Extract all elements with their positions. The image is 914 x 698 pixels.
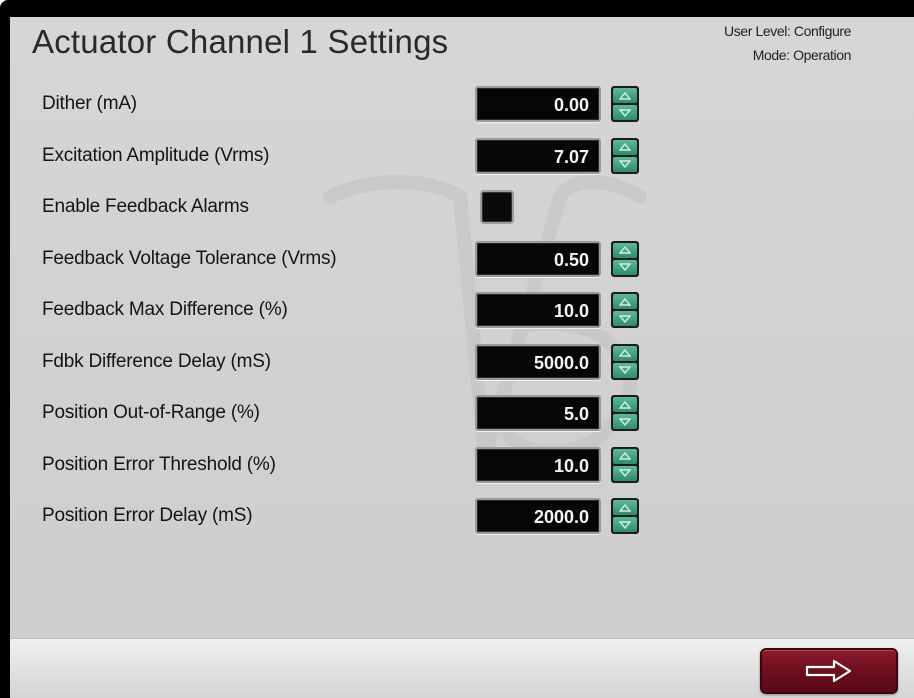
setting-label: Feedback Voltage Tolerance (Vrms): [42, 247, 337, 269]
page-title: Actuator Channel 1 Settings: [32, 23, 449, 60]
setting-row: Position Error Threshold (%) 10.0: [10, 444, 914, 488]
setting-row: Position Out-of-Range (%) 5.0: [10, 392, 914, 436]
decrement-button[interactable]: [613, 311, 637, 326]
arrow-right-icon: [805, 659, 852, 683]
value-spinner: [611, 395, 639, 431]
next-button[interactable]: [760, 648, 898, 694]
triangle-down-icon: [619, 469, 631, 477]
enable-feedback-alarms-checkbox[interactable]: [480, 190, 514, 224]
triangle-up-icon: [619, 297, 631, 306]
setting-label: Feedback Max Difference (%): [42, 299, 288, 320]
decrement-button[interactable]: [613, 362, 637, 378]
triangle-up-icon: [619, 400, 631, 409]
triangle-up-icon: [619, 503, 631, 512]
triangle-down-icon: [619, 417, 631, 426]
setting-row: Position Error Delay (mS) 2000.0: [10, 495, 914, 539]
triangle-up-icon: [619, 246, 631, 254]
setting-label: Position Error Threshold (%): [42, 453, 276, 475]
increment-button[interactable]: [613, 397, 637, 412]
setting-value-field[interactable]: 7.07: [475, 137, 601, 174]
setting-value-field[interactable]: 5000.0: [475, 343, 601, 380]
setting-value-field[interactable]: 10.0: [475, 446, 601, 483]
decrement-button[interactable]: [613, 517, 637, 532]
increment-button[interactable]: [613, 448, 637, 464]
triangle-down-icon: [619, 160, 631, 168]
status-info: User Level: Configure Mode: Operation: [724, 19, 851, 67]
footer-bar: [10, 638, 914, 698]
increment-button[interactable]: [613, 345, 637, 361]
mode-label: Mode: Operation: [752, 47, 852, 63]
value-spinner: [611, 446, 639, 483]
setting-row: Dither (mA) 0.00: [10, 83, 914, 127]
setting-row: Enable Feedback Alarms: [10, 186, 914, 230]
value-spinner: [611, 86, 639, 122]
triangle-down-icon: [619, 108, 631, 117]
setting-label: Position Out-of-Range (%): [42, 402, 260, 423]
increment-button[interactable]: [613, 139, 637, 155]
value-spinner: [611, 498, 639, 534]
setting-label: Enable Feedback Alarms: [42, 196, 249, 217]
value-spinner: [611, 343, 639, 380]
triangle-down-icon: [619, 263, 631, 271]
setting-label: Excitation Amplitude (Vrms): [42, 144, 270, 166]
setting-value-field[interactable]: 2000.0: [475, 498, 601, 534]
value-spinner: [611, 137, 639, 174]
triangle-down-icon: [619, 520, 631, 529]
triangle-up-icon: [619, 349, 631, 357]
setting-row: Excitation Amplitude (Vrms) 7.07: [10, 135, 914, 179]
window-frame: Actuator Channel 1 Settings User Level: …: [0, 0, 914, 698]
decrement-button[interactable]: [613, 156, 637, 172]
setting-value-field[interactable]: 10.0: [475, 292, 601, 328]
decrement-button[interactable]: [613, 414, 637, 429]
triangle-up-icon: [619, 452, 631, 460]
triangle-up-icon: [619, 143, 631, 151]
increment-button[interactable]: [613, 500, 637, 515]
increment-button[interactable]: [613, 88, 637, 103]
value-spinner: [611, 240, 639, 277]
triangle-up-icon: [619, 91, 631, 100]
setting-row: Fdbk Difference Delay (mS) 5000.0: [10, 341, 914, 385]
setting-value-field[interactable]: 5.0: [475, 395, 601, 431]
setting-row: Feedback Voltage Tolerance (Vrms) 0.50: [10, 238, 914, 282]
decrement-button[interactable]: [613, 259, 637, 275]
value-spinner: [611, 292, 639, 328]
setting-row: Feedback Max Difference (%) 10.0: [10, 289, 914, 333]
increment-button[interactable]: [613, 294, 637, 309]
decrement-button[interactable]: [613, 105, 637, 120]
decrement-button[interactable]: [613, 465, 637, 481]
setting-label: Position Error Delay (mS): [42, 505, 253, 526]
triangle-down-icon: [619, 366, 631, 374]
settings-panel: Actuator Channel 1 Settings User Level: …: [10, 17, 914, 698]
triangle-down-icon: [619, 314, 631, 323]
user-level-label: User Level: Configure: [724, 23, 851, 39]
increment-button[interactable]: [613, 242, 637, 258]
setting-label: Fdbk Difference Delay (mS): [42, 350, 271, 372]
setting-value-field[interactable]: 0.50: [475, 240, 601, 277]
setting-value-field[interactable]: 0.00: [475, 86, 601, 122]
setting-label: Dither (mA): [42, 93, 137, 114]
